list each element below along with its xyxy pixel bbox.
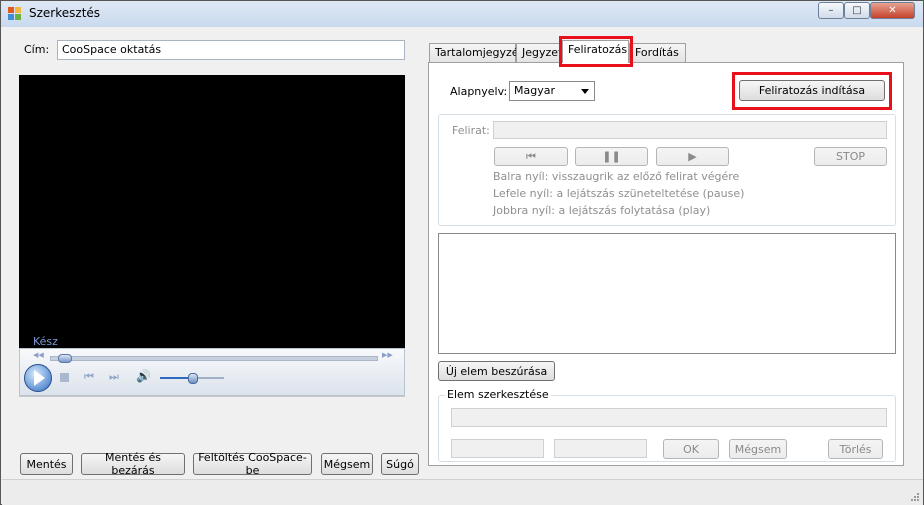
seek-bar[interactable]	[50, 354, 378, 363]
play-button[interactable]	[24, 364, 52, 392]
base-language-label: Alapnyelv:	[450, 85, 508, 98]
window-title: Szerkesztés	[29, 6, 101, 20]
status-bar	[2, 479, 923, 505]
edit-item-group-label: Elem szerkesztése	[445, 388, 551, 401]
player-divider	[19, 396, 405, 397]
chevron-down-icon	[581, 89, 589, 94]
editor-window: Szerkesztés – □ ✕ Cím: CooSpace oktatás …	[0, 0, 924, 505]
next-icon[interactable]: ⏭	[109, 370, 119, 384]
delete-button: Törlés	[828, 439, 883, 459]
start-subtitling-button[interactable]: Feliratozás indítása	[739, 80, 885, 101]
volume-thumb[interactable]	[188, 373, 198, 384]
ok-button: OK	[663, 439, 719, 459]
video-area[interactable]: Kész	[19, 75, 405, 348]
pause-button: ❚❚	[575, 147, 648, 166]
player-status: Kész	[33, 335, 58, 348]
base-language-value: Magyar	[514, 84, 555, 97]
stop-button: STOP	[814, 147, 887, 166]
tab-forditas[interactable]: Fordítás	[629, 43, 686, 62]
client-area: Cím: CooSpace oktatás Kész ◀◀ ▶▶ ⏮ ⏭ 🔊 M…	[8, 29, 918, 477]
edit-end-time-input	[554, 439, 647, 458]
title-bar[interactable]: Szerkesztés – □ ✕	[1, 1, 923, 27]
hint-left-arrow: Balra nyíl: visszaugrik az előző felirat…	[493, 170, 740, 183]
pause-icon: ❚❚	[602, 150, 621, 163]
play-icon	[34, 370, 45, 386]
tab-feliratozas[interactable]: Feliratozás	[562, 40, 629, 63]
rewind-icon: ⏮	[526, 149, 536, 163]
tab-jegyzet[interactable]: Jegyzet	[516, 43, 563, 62]
player-controls: ◀◀ ▶▶ ⏮ ⏭ 🔊	[19, 348, 405, 396]
base-language-select[interactable]: Magyar	[509, 81, 595, 101]
save-button[interactable]: Mentés	[20, 453, 73, 475]
caption-group: Felirat: ⏮ ❚❚ ▶ STOP Balra nyíl: visszau…	[438, 114, 896, 226]
insert-item-button[interactable]: Új elem beszúrása	[438, 361, 555, 381]
edit-start-time-input	[451, 439, 544, 458]
upload-coospace-button[interactable]: Feltöltés CooSpace-be	[193, 451, 312, 477]
forward-small-icon: ▶▶	[382, 351, 393, 359]
close-button[interactable]: ✕	[870, 2, 915, 19]
forward-play-button: ▶	[656, 147, 729, 166]
volume-icon[interactable]: 🔊	[136, 369, 151, 383]
stop-icon[interactable]	[60, 373, 69, 382]
seek-thumb[interactable]	[58, 354, 72, 363]
edit-text-input	[451, 408, 887, 427]
title-input[interactable]: CooSpace oktatás	[57, 40, 405, 60]
title-label: Cím:	[24, 43, 50, 56]
subtitle-panel: Alapnyelv: Magyar Feliratozás indítása F…	[428, 62, 904, 466]
tab-tartalomjegyzek[interactable]: Tartalomjegyzék	[429, 43, 525, 62]
forward-play-icon: ▶	[688, 150, 697, 163]
previous-icon[interactable]: ⏮	[84, 370, 94, 384]
subtitle-list[interactable]	[438, 233, 896, 354]
help-button[interactable]: Súgó	[381, 453, 419, 475]
rewind-small-icon: ◀◀	[33, 351, 44, 359]
minimize-button[interactable]: –	[818, 2, 844, 19]
save-close-button[interactable]: Mentés és bezárás	[81, 451, 185, 477]
app-icon	[8, 7, 22, 21]
cancel-button[interactable]: Mégsem	[321, 453, 373, 475]
maximize-button[interactable]: □	[844, 2, 870, 19]
hint-right-arrow: Jobbra nyíl: a lejátszás folytatása (pla…	[493, 204, 711, 217]
resize-grip-icon[interactable]	[909, 491, 919, 501]
volume-slider[interactable]	[160, 373, 224, 384]
caption-input	[493, 121, 887, 139]
rewind-button: ⏮	[494, 147, 568, 166]
edit-cancel-button: Mégsem	[729, 439, 787, 459]
caption-label: Felirat:	[452, 124, 490, 137]
edit-item-group: Elem szerkesztése OK Mégsem Törlés	[438, 388, 896, 462]
hint-down-arrow: Lefele nyíl: a lejátszás szüneteltetése …	[493, 187, 745, 200]
